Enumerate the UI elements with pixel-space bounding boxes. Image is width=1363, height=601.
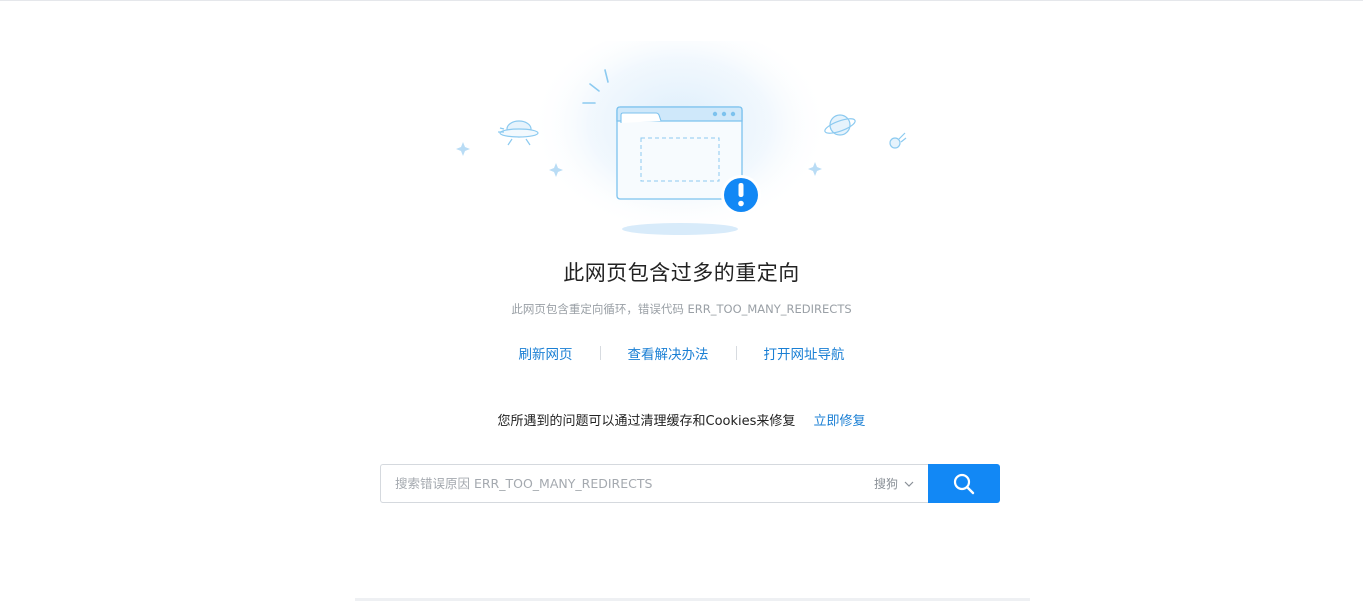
view-solution-link[interactable]: 查看解决办法 [628,343,709,363]
exclamation-badge-icon [721,175,761,215]
browser-error-illustration [456,41,907,246]
search-engine-select[interactable]: 搜狗 [874,475,928,492]
search-engine-label: 搜狗 [873,477,898,491]
search-icon [953,473,975,494]
search-box: 搜狗 [380,464,928,503]
error-code-text: 此网页包含重定向循环，错误代码 ERR_TOO_MANY_REDIRECTS [511,302,852,316]
open-nav-link[interactable]: 打开网址导航 [764,343,845,363]
error-page: 此网页包含过多的重定向 此网页包含重定向循环，错误代码 ERR_TOO_MANY… [0,0,1363,601]
fix-suggestion: 您所遇到的问题可以通过清理缓存和Cookies来修复 立即修复 [0,410,1363,429]
fix-now-link[interactable]: 立即修复 [813,410,865,429]
action-links: 刷新网页 查看解决办法 打开网址导航 [0,343,1363,363]
search-button[interactable] [928,464,1000,503]
divider [599,346,601,360]
comet-icon [889,132,907,149]
refresh-page-link[interactable]: 刷新网页 [519,343,573,363]
divider [735,346,737,360]
fix-message: 您所遇到的问题可以通过清理缓存和Cookies来修复 [497,414,796,429]
search-bar: 搜狗 [380,464,1000,503]
shadow-ellipse [622,223,738,235]
search-input[interactable] [381,465,874,502]
chevron-down-icon [904,481,914,487]
page-title: 此网页包含过多的重定向 [563,261,800,285]
browser-window-icon [616,106,743,200]
